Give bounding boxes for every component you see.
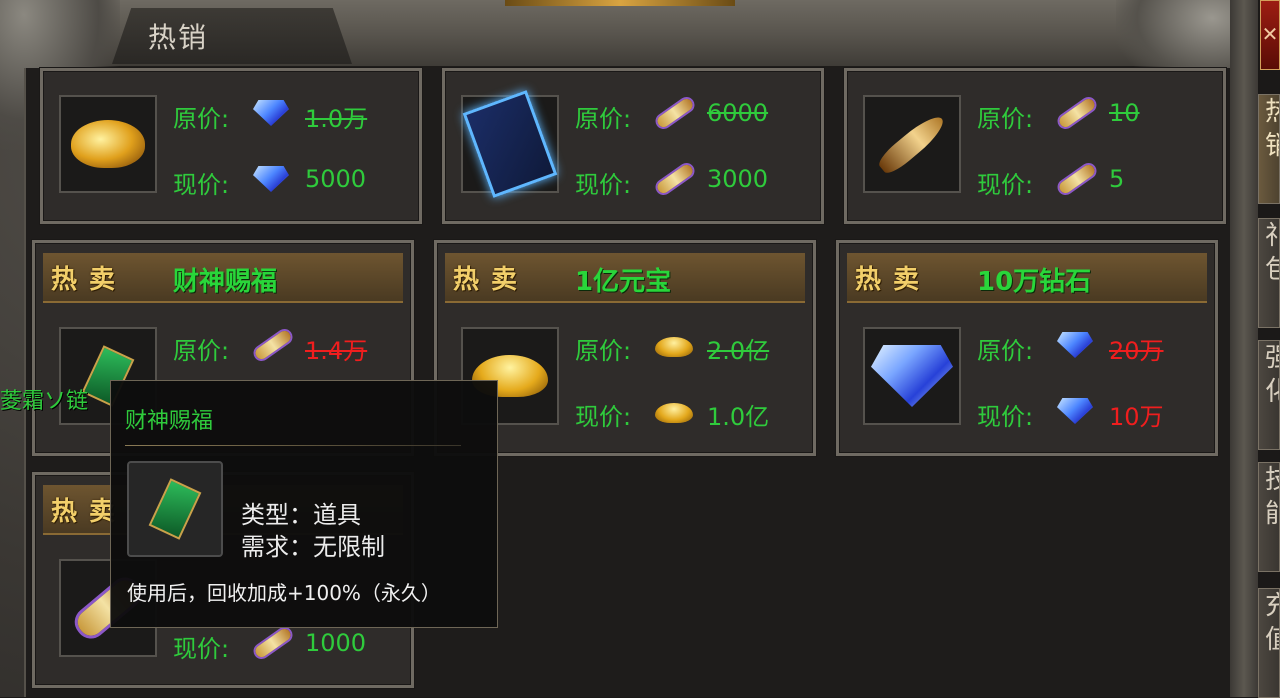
item-name: 10万钻石 [977,267,1092,297]
original-price-label: 原价: [575,337,632,365]
scroll-icon [1057,162,1097,196]
original-price: 20万 [1109,337,1164,365]
side-tab-recharge[interactable]: 充值 [1258,588,1280,698]
current-price: 10万 [1109,403,1164,431]
current-price: 5 [1109,165,1125,193]
original-price-label: 原价: [173,105,230,133]
tooltip-requirement: 需求：无限制 [241,533,385,561]
player-name: 菱霜ソ链 [0,389,89,414]
current-price-label: 现价: [977,403,1034,431]
tooltip-effect: 使用后，回收加成+100%（永久） [127,581,441,605]
shop-item-card[interactable]: 热卖 10万钻石 原价: 20万 现价: 10万 [836,240,1218,456]
item-tooltip: 财神赐福 类型：道具 需求：无限制 使用后，回收加成+100%（永久） [110,380,498,628]
ingot-icon [655,395,695,427]
diamond-icon [1057,329,1097,361]
horn-icon [875,110,949,178]
scroll-icon [253,328,293,362]
diamond-icon [1057,395,1097,427]
original-price-label: 原价: [977,337,1034,365]
side-tab-skill[interactable]: 技能 [1258,462,1280,572]
diamond-icon [253,97,293,129]
hot-label: 热卖 [51,265,128,295]
original-price: 1.0万 [305,105,368,133]
current-price: 1.0亿 [707,403,770,431]
lamp-icon [71,120,145,168]
current-price-label: 现价: [173,635,230,663]
item-slot[interactable] [863,95,961,193]
item-slot[interactable] [59,95,157,193]
current-price: 3000 [707,165,769,193]
window-frame-right [1230,0,1258,697]
original-price: 6000 [707,99,769,127]
current-price-label: 现价: [977,171,1034,199]
tooltip-item-slot [127,461,223,557]
side-tab-hot[interactable]: 热销 [1258,94,1280,204]
scroll-icon [253,626,293,660]
scroll-icon [655,162,695,196]
item-name: 1亿元宝 [575,267,672,297]
original-price-label: 原价: [173,337,230,365]
shop-item-card[interactable]: 原价: 10 现价: 5 [844,68,1226,224]
window-title: 热销 [148,21,209,54]
hot-banner: 热卖 财神赐福 [43,253,403,303]
tooltip-type: 类型：道具 [241,501,361,529]
original-price-label: 原价: [575,105,632,133]
item-slot[interactable] [461,90,559,198]
hot-banner: 热卖 1亿元宝 [445,253,805,303]
skill-book-icon [462,90,558,198]
current-price-label: 现价: [575,171,632,199]
ingot-icon [655,329,695,361]
talisman-icon [148,478,202,540]
current-price: 5000 [305,165,367,193]
tooltip-divider [125,445,461,446]
item-name: 财神赐福 [173,267,278,297]
shop-item-card[interactable]: 原价: 1.0万 现价: 5000 [40,68,422,224]
scroll-icon [1057,96,1097,130]
diamond-icon [253,163,293,195]
close-button[interactable]: ✕ [1260,0,1280,70]
title-gold-trim [505,0,735,6]
side-tab-gift[interactable]: 礼包 [1258,218,1280,328]
hot-label: 热卖 [855,265,932,295]
original-price-label: 原价: [977,105,1034,133]
item-slot[interactable] [863,327,961,425]
gem-icon [871,345,953,407]
side-tab-enhance[interactable]: 强化 [1258,340,1280,450]
hot-banner: 热卖 10万钻石 [847,253,1207,303]
current-price-label: 现价: [173,171,230,199]
original-price: 2.0亿 [707,337,770,365]
current-price: 1000 [305,629,367,657]
scroll-icon [655,96,695,130]
shop-item-card[interactable]: 原价: 6000 现价: 3000 [442,68,824,224]
original-price: 1.4万 [305,337,368,365]
hot-label: 热卖 [453,265,530,295]
tooltip-item-name: 财神赐福 [125,409,214,434]
original-price: 10 [1109,99,1140,127]
current-price-label: 现价: [575,403,632,431]
